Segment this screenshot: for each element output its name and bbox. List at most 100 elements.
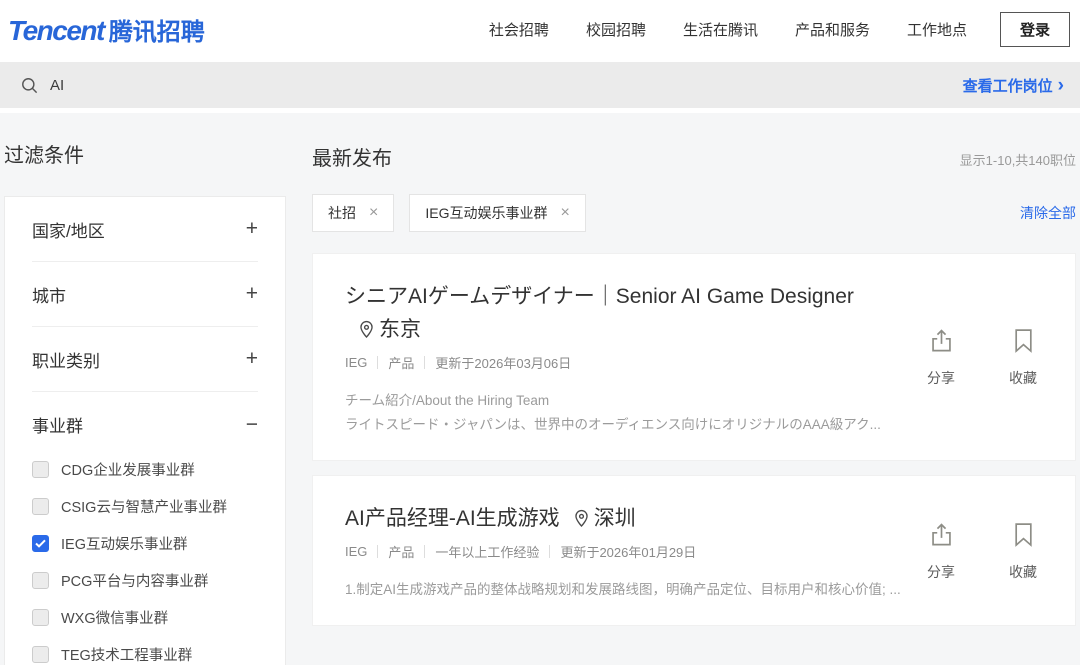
- share-button[interactable]: 分享: [927, 521, 955, 582]
- search-input[interactable]: AI: [50, 77, 963, 94]
- checkbox-unchecked[interactable]: [32, 572, 49, 589]
- job-meta-bg: IEG: [345, 355, 367, 370]
- bookmark-icon: [1010, 327, 1037, 359]
- filter-chip-shezhao[interactable]: 社招 ×: [312, 194, 394, 232]
- checkbox-item-cdg[interactable]: CDG企业发展事业群: [32, 457, 258, 481]
- nav-item-work-locations[interactable]: 工作地点: [907, 19, 967, 40]
- job-location: 东京: [357, 318, 421, 341]
- filters-title: 过滤条件: [4, 139, 286, 168]
- job-meta-updated: 更新于2026年03月06日: [435, 353, 571, 372]
- active-filters-row: 社招 × IEG互动娱乐事业群 × 清除全部: [312, 194, 1076, 232]
- filter-section-label: 职业类别: [32, 347, 100, 372]
- divider: [424, 545, 425, 558]
- checkbox-item-pcg[interactable]: PCG平台与内容事业群: [32, 568, 258, 592]
- checkbox-label: TEG技术工程事业群: [61, 644, 192, 665]
- job-description: チーム紹介/About the Hiring Team ライトスピード・ジャパン…: [345, 389, 905, 435]
- share-icon: [928, 327, 955, 359]
- job-card-main: AI产品经理-AI生成游戏 深圳 IEG 产品 一年以上工作经验 更新于2026年…: [345, 502, 907, 601]
- favorite-label: 收藏: [1009, 562, 1037, 582]
- bookmark-icon: [1010, 521, 1037, 553]
- login-button[interactable]: 登录: [1000, 12, 1070, 47]
- share-label: 分享: [927, 368, 955, 388]
- job-list: シニアAIゲームデザイナー｜Senior AI Game Designer东京 …: [312, 253, 1076, 626]
- checkbox-unchecked[interactable]: [32, 609, 49, 626]
- logo-text-zh: 腾讯招聘: [109, 12, 205, 47]
- checkbox-item-teg[interactable]: TEG技术工程事业群: [32, 642, 258, 665]
- results-title: 最新发布: [312, 142, 392, 171]
- checkbox-label: IEG互动娱乐事业群: [61, 533, 187, 554]
- checkbox-label: PCG平台与内容事业群: [61, 570, 208, 591]
- content-area: 过滤条件 国家/地区 + 城市 + 职业类别 + 事业群 − CDG企业: [0, 113, 1080, 665]
- job-card-main: シニアAIゲームデザイナー｜Senior AI Game Designer东京 …: [345, 280, 907, 436]
- location-pin-icon: [357, 318, 379, 341]
- chip-label: IEG互动娱乐事业群: [425, 203, 547, 223]
- business-group-list: CDG企业发展事业群 CSIG云与智慧产业事业群 IEG互动娱乐事业群 PCG平…: [32, 457, 258, 665]
- filter-panel: 国家/地区 + 城市 + 职业类别 + 事业群 − CDG企业发展事业群: [4, 196, 286, 665]
- checkbox-item-csig[interactable]: CSIG云与智慧产业事业群: [32, 494, 258, 518]
- job-meta: IEG 产品 更新于2026年03月06日: [345, 353, 907, 372]
- nav-item-social-recruiting[interactable]: 社会招聘: [489, 19, 549, 40]
- divider: [377, 356, 378, 369]
- checkbox-checked[interactable]: [32, 535, 49, 552]
- main-nav: 社会招聘 校园招聘 生活在腾讯 产品和服务 工作地点: [489, 19, 967, 40]
- favorite-button[interactable]: 收藏: [1009, 521, 1037, 582]
- nav-item-campus-recruiting[interactable]: 校园招聘: [586, 19, 646, 40]
- clear-all-link[interactable]: 清除全部: [1020, 203, 1076, 223]
- checkbox-unchecked[interactable]: [32, 461, 49, 478]
- filter-chip-ieg[interactable]: IEG互动娱乐事业群 ×: [409, 194, 585, 232]
- results-area: 最新发布 显示1-10,共140职位 社招 × IEG互动娱乐事业群 × 清除全…: [312, 113, 1076, 665]
- job-description-line: チーム紹介/About the Hiring Team: [345, 389, 905, 412]
- job-card-actions: 分享 收藏: [927, 521, 1037, 582]
- job-meta-category: 产品: [388, 542, 414, 561]
- nav-item-products-services[interactable]: 产品和服务: [795, 19, 870, 40]
- view-jobs-link[interactable]: 查看工作岗位 ›: [963, 75, 1064, 96]
- results-header: 最新发布 显示1-10,共140职位: [312, 142, 1076, 171]
- filter-section-label: 事业群: [32, 412, 83, 437]
- close-icon[interactable]: ×: [369, 205, 378, 221]
- checkbox-unchecked[interactable]: [32, 646, 49, 663]
- location-pin-icon: [572, 507, 594, 530]
- checkbox-label: CDG企业发展事业群: [61, 459, 195, 480]
- checkbox-label: CSIG云与智慧产业事业群: [61, 496, 227, 517]
- job-title[interactable]: シニアAIゲームデザイナー｜Senior AI Game Designer 东京: [345, 280, 857, 346]
- job-meta: IEG 产品 一年以上工作经验 更新于2026年01月29日: [345, 542, 907, 561]
- divider: [424, 356, 425, 369]
- checkbox-unchecked[interactable]: [32, 498, 49, 515]
- share-button[interactable]: 分享: [927, 327, 955, 388]
- favorite-label: 收藏: [1009, 368, 1037, 388]
- checkbox-item-wxg[interactable]: WXG微信事业群: [32, 605, 258, 629]
- tencent-logo[interactable]: Tencent 腾讯招聘: [8, 12, 205, 47]
- job-meta-category: 产品: [388, 353, 414, 372]
- job-meta-experience: 一年以上工作经验: [435, 542, 539, 561]
- nav-item-life-at-tencent[interactable]: 生活在腾讯: [683, 19, 758, 40]
- job-title-text: AI产品经理-AI生成游戏: [345, 507, 560, 530]
- job-description: 1.制定AI生成游戏产品的整体战略规划和发展路线图，明确产品定位、目标用户和核心…: [345, 578, 905, 601]
- expand-plus-icon[interactable]: +: [246, 347, 258, 371]
- job-card-actions: 分享 收藏: [927, 327, 1037, 388]
- logo-text-en: Tencent: [8, 15, 104, 47]
- job-card[interactable]: シニアAIゲームデザイナー｜Senior AI Game Designer东京 …: [312, 253, 1076, 461]
- expand-plus-icon[interactable]: +: [246, 282, 258, 306]
- view-jobs-label: 查看工作岗位: [963, 75, 1053, 96]
- results-count: 显示1-10,共140职位: [960, 150, 1076, 169]
- job-description-line: ライトスピード・ジャパンは、世界中のオーディエンス向けにオリジナルのAAA級アク…: [345, 413, 905, 436]
- header: Tencent 腾讯招聘 社会招聘 校园招聘 生活在腾讯 产品和服务 工作地点 …: [0, 0, 1080, 58]
- favorite-button[interactable]: 收藏: [1009, 327, 1037, 388]
- job-location-text: 深圳: [594, 507, 636, 530]
- collapse-minus-icon[interactable]: −: [246, 413, 258, 437]
- job-meta-updated: 更新于2026年01月29日: [560, 542, 696, 561]
- filter-section-business-group[interactable]: 事业群 −: [32, 392, 258, 457]
- filter-section-label: 城市: [32, 282, 66, 307]
- close-icon[interactable]: ×: [560, 205, 569, 221]
- filter-section-city[interactable]: 城市 +: [32, 262, 258, 327]
- job-title[interactable]: AI产品经理-AI生成游戏 深圳: [345, 502, 857, 535]
- checkbox-item-ieg[interactable]: IEG互动娱乐事业群: [32, 531, 258, 555]
- expand-plus-icon[interactable]: +: [246, 217, 258, 241]
- divider: [549, 545, 550, 558]
- chip-label: 社招: [328, 203, 356, 223]
- filter-section-job-category[interactable]: 职业类别 +: [32, 327, 258, 392]
- job-title-text: シニアAIゲームデザイナー｜Senior AI Game Designer: [345, 285, 854, 308]
- job-card[interactable]: AI产品经理-AI生成游戏 深圳 IEG 产品 一年以上工作经验 更新于2026年…: [312, 475, 1076, 626]
- filter-section-country-region[interactable]: 国家/地区 +: [32, 197, 258, 262]
- job-meta-bg: IEG: [345, 544, 367, 559]
